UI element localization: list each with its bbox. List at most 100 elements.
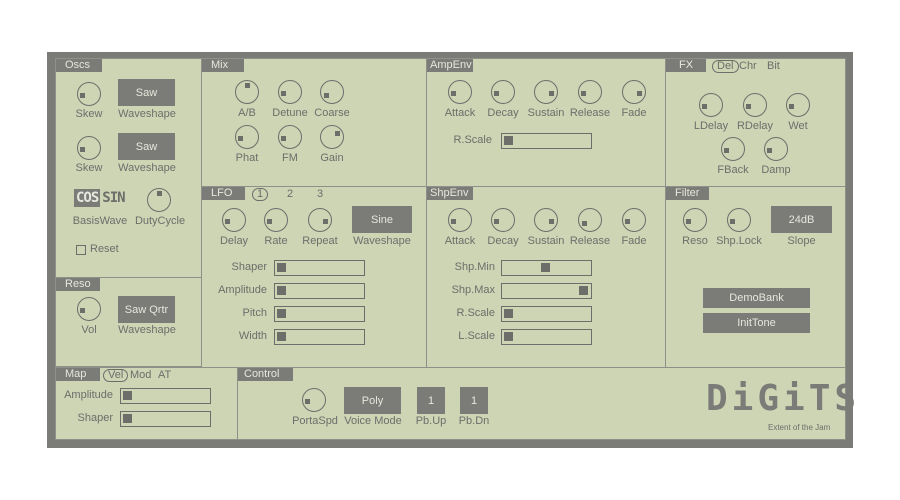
lfo-tab-2[interactable]: 2 xyxy=(287,188,293,201)
slider-label: Amplitude xyxy=(64,389,113,401)
slider-thumb[interactable] xyxy=(123,414,132,423)
mix-knob-phat[interactable] xyxy=(235,125,259,149)
basis-wave-selector[interactable]: COS SIN xyxy=(74,189,127,207)
waveshape-button-1[interactable]: Saw xyxy=(118,79,175,106)
ampenv-knob-release[interactable] xyxy=(578,80,602,104)
shpenv-knob-release[interactable] xyxy=(578,208,602,232)
voice-mode-button[interactable]: Poly xyxy=(344,387,401,414)
knob-indicator xyxy=(549,218,555,224)
filter-panel: Filter 24dB Slope DemoBank InitTone Reso… xyxy=(665,186,846,368)
slider-rscale[interactable] xyxy=(501,306,592,322)
shpenv-knob-decay[interactable] xyxy=(491,208,515,232)
lfo-waveshape-button[interactable]: Sine xyxy=(352,206,412,233)
ampenv-title: AmpEnv xyxy=(427,59,473,72)
slider-amplitude[interactable] xyxy=(274,283,365,299)
knob-indicator xyxy=(685,218,691,224)
slider-amplitude[interactable] xyxy=(120,388,211,404)
fx-tab-chr[interactable]: Chr xyxy=(739,60,757,73)
mix-knob-gain[interactable] xyxy=(320,125,344,149)
slider-thumb[interactable] xyxy=(504,309,513,318)
basis-sin-option[interactable]: SIN xyxy=(100,189,126,207)
knob-indicator xyxy=(766,147,772,153)
knob-label: Delay xyxy=(219,235,249,247)
logo-subtitle: Extent of the Jam xyxy=(768,423,831,432)
slider-pitch[interactable] xyxy=(274,306,365,322)
duty-cycle-label: DutyCycle xyxy=(134,215,186,227)
slider-thumb[interactable] xyxy=(541,263,551,272)
shpenv-knob-attack[interactable] xyxy=(448,208,472,232)
slider-shaper[interactable] xyxy=(274,260,365,276)
mix-knob-detune[interactable] xyxy=(278,80,302,104)
knob-label: Release xyxy=(569,107,611,119)
knob-label: Release xyxy=(569,235,611,247)
slider-thumb[interactable] xyxy=(504,136,513,145)
mix-knob-coarse[interactable] xyxy=(320,80,344,104)
ampenv-knob-attack[interactable] xyxy=(448,80,472,104)
knob-label: Rate xyxy=(264,235,288,247)
lfo-knob-rate[interactable] xyxy=(264,208,288,232)
fx-knob-fback[interactable] xyxy=(721,137,745,161)
lfo-knob-delay[interactable] xyxy=(222,208,246,232)
shpenv-knob-sustain[interactable] xyxy=(534,208,558,232)
slider-shaper[interactable] xyxy=(120,411,211,427)
mix-knob-ab[interactable] xyxy=(235,80,259,104)
knob-label: Damp xyxy=(761,164,791,176)
knob-indicator xyxy=(582,221,588,227)
slider-thumb[interactable] xyxy=(578,286,588,295)
fx-knob-ldelay[interactable] xyxy=(699,93,723,117)
filter-title: Filter xyxy=(666,187,709,200)
filter-knob-shplock[interactable] xyxy=(727,208,751,232)
skew-knob-2[interactable] xyxy=(77,136,101,160)
knob-indicator xyxy=(266,218,272,224)
reset-checkbox[interactable] xyxy=(76,245,86,255)
inittone-button[interactable]: InitTone xyxy=(703,313,810,333)
ampenv-knob-decay[interactable] xyxy=(491,80,515,104)
map-tab-mod[interactable]: Mod xyxy=(130,369,151,382)
slider-thumb[interactable] xyxy=(277,263,286,272)
waveshape-button-2[interactable]: Saw xyxy=(118,133,175,160)
lfo-tab-1[interactable]: 1 xyxy=(252,188,269,201)
knob-indicator xyxy=(493,218,499,224)
fx-knob-wet[interactable] xyxy=(786,93,810,117)
pb-dn-button[interactable]: 1 xyxy=(460,387,488,414)
slope-button[interactable]: 24dB xyxy=(771,206,832,233)
knob-indicator xyxy=(334,131,340,137)
reso-waveshape-button[interactable]: Saw Qrtr xyxy=(118,296,175,323)
lfo-tab-3[interactable]: 3 xyxy=(317,188,323,201)
fx-tab-del[interactable]: Del xyxy=(712,60,739,73)
reso-title: Reso xyxy=(56,278,100,291)
knob-label: RDelay xyxy=(736,120,774,132)
slider-width[interactable] xyxy=(274,329,365,345)
map-tab-at[interactable]: AT xyxy=(158,369,171,382)
mix-title: Mix xyxy=(202,59,244,72)
filter-knob-reso[interactable] xyxy=(683,208,707,232)
pb-up-button[interactable]: 1 xyxy=(417,387,445,414)
slider-thumb[interactable] xyxy=(277,309,286,318)
slider-thumb[interactable] xyxy=(504,332,513,341)
ampenv-knob-sustain[interactable] xyxy=(534,80,558,104)
ampenv-knob-fade[interactable] xyxy=(622,80,646,104)
fx-knob-rdelay[interactable] xyxy=(743,93,767,117)
slider-shpmin[interactable] xyxy=(501,260,592,276)
fx-tab-bit[interactable]: Bit xyxy=(767,60,780,73)
reso-waveshape-label: Waveshape xyxy=(118,324,176,336)
slider-shpmax[interactable] xyxy=(501,283,592,299)
demobank-button[interactable]: DemoBank xyxy=(703,288,810,308)
duty-cycle-knob[interactable] xyxy=(147,188,171,212)
skew-knob-1[interactable] xyxy=(77,82,101,106)
slider-thumb[interactable] xyxy=(123,391,132,400)
mix-knob-fm[interactable] xyxy=(278,125,302,149)
vol-knob[interactable] xyxy=(77,297,101,321)
knob-indicator xyxy=(745,103,751,109)
shpenv-knob-fade[interactable] xyxy=(622,208,646,232)
slider-rscale[interactable] xyxy=(501,133,592,149)
basis-cos-option[interactable]: COS xyxy=(74,189,101,207)
porta-speed-knob[interactable] xyxy=(302,388,326,412)
slider-thumb[interactable] xyxy=(277,286,286,295)
lfo-knob-repeat[interactable] xyxy=(308,208,332,232)
map-tab-vel[interactable]: Vel xyxy=(103,369,129,382)
slider-lscale[interactable] xyxy=(501,329,592,345)
fx-knob-damp[interactable] xyxy=(764,137,788,161)
fx-panel: FX Del Chr Bit LDelay RDelay Wet FBack Damp xyxy=(665,58,846,187)
slider-thumb[interactable] xyxy=(277,332,286,341)
